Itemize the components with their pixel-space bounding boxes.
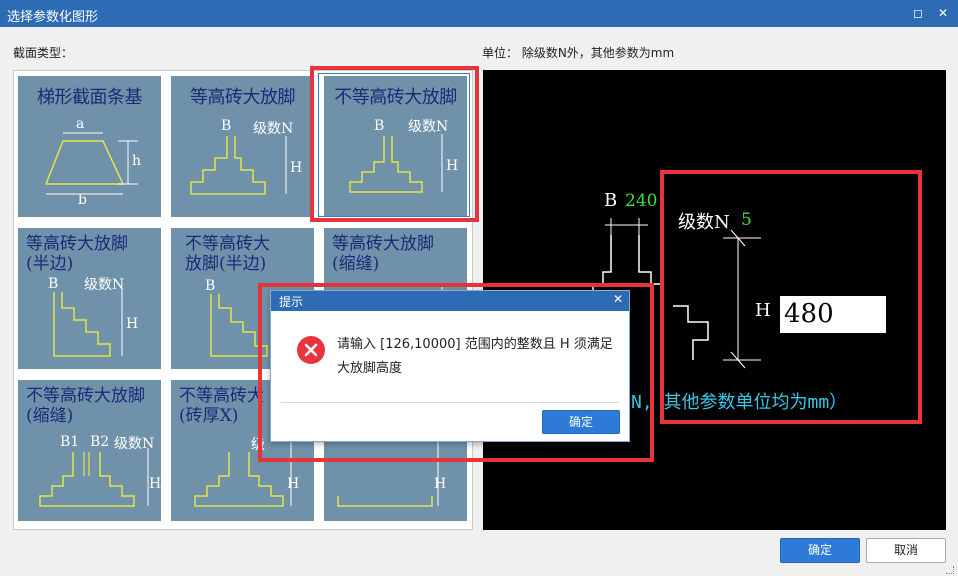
trapezoid-diagram <box>44 132 138 195</box>
preview-h-input[interactable]: 480 <box>780 296 886 333</box>
preview-n-value[interactable]: 5 <box>741 210 752 230</box>
ok-button[interactable]: 确定 <box>780 538 860 563</box>
section-type-label: 截面类型： <box>13 46 74 60</box>
dialog-close-icon[interactable]: ✕ <box>613 292 623 306</box>
dialog-title: 提示 <box>279 295 304 309</box>
error-icon <box>297 336 325 364</box>
tile-equal-brick-half[interactable]: 等高砖大放脚 (半边) B 级数N H <box>14 223 166 373</box>
preview-n-label: 级数N <box>678 212 730 233</box>
dialog-separator <box>281 402 619 403</box>
dialog-titlebar: 提示 ✕ <box>271 291 629 311</box>
preview-b-value[interactable]: 240 <box>625 191 657 211</box>
preview-b-label: B <box>604 190 618 211</box>
alert-dialog: 提示 ✕ 请输入 [126,10000] 范围内的整数且 H 须满足大放脚高度 … <box>270 290 630 442</box>
window-title: 选择参数化图形 <box>7 10 99 25</box>
tile-equal-brick-footing[interactable]: 等高砖大放脚 B 级数N H <box>167 71 319 221</box>
dialog-ok-button[interactable]: 确定 <box>542 410 620 434</box>
half-footing-diagram <box>53 288 123 357</box>
tile-unequal-brick-joint[interactable]: 不等高砖大放脚 (缩缝) B1 B2 级数N H <box>14 375 166 525</box>
preview-h-label: H <box>755 300 771 321</box>
tile-trapezoid[interactable]: 梯形截面条基 a h b <box>14 71 166 221</box>
maximize-icon[interactable]: ◻ <box>909 4 927 22</box>
brick-footing-diagram <box>190 136 287 195</box>
preview-unit-note: N, 其他参数单位均为mm） <box>631 392 848 413</box>
tile-selection-outline <box>318 73 470 217</box>
close-icon[interactable]: ✕ <box>934 4 952 22</box>
unit-label: 单位： 除级数N外，其他参数为mm <box>482 46 675 60</box>
window-titlebar: 选择参数化图形 ◻ ✕ <box>0 0 958 27</box>
resize-grip-icon[interactable] <box>946 566 954 574</box>
dialog-message: 请输入 [126,10000] 范围内的整数且 H 须满足大放脚高度 <box>337 337 613 376</box>
cancel-button[interactable]: 取消 <box>866 538 946 563</box>
